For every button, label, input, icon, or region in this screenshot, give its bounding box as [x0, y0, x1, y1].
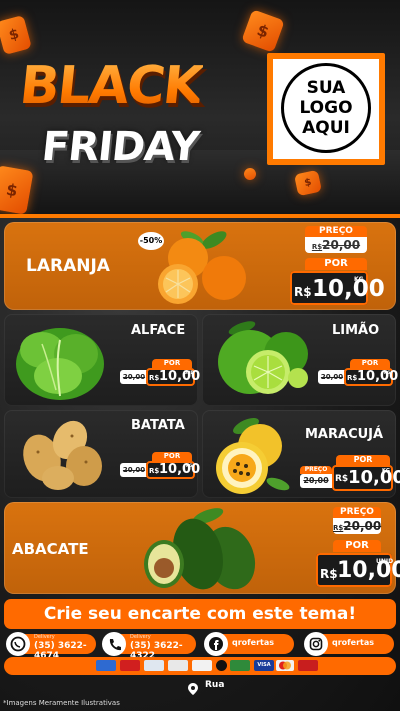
contact-phone[interactable]: Delivery (35) 3622-4322	[102, 632, 196, 661]
product-name: ABACATE	[12, 540, 89, 558]
logo-placeholder: SUA LOGO AQUI	[267, 53, 385, 165]
logo-text-1: SUA	[306, 78, 346, 98]
hipercard-icon	[298, 660, 318, 671]
logo-text-2: LOGO	[299, 98, 353, 118]
orange-image	[158, 231, 246, 304]
address-text: Rua	[205, 680, 225, 690]
location-pin-icon	[188, 680, 200, 695]
product-name: ALFACE	[131, 323, 186, 338]
lime-image	[218, 321, 308, 394]
card-icon	[230, 660, 250, 671]
mastercard-icon	[276, 660, 294, 671]
product-name: MARACUJÁ	[305, 427, 384, 442]
amex-icon	[96, 660, 116, 671]
dollar-cube-icon: $	[241, 9, 285, 53]
contact-whatsapp[interactable]: Delivery (35) 3622-4674	[6, 632, 96, 661]
contact-instagram[interactable]: qrofertas	[304, 632, 394, 656]
visa-icon: VISA	[254, 660, 274, 671]
header-banner: $ $ $ $ BLACK BLACK FRIDAY SUA LOGO AQUI	[0, 0, 400, 214]
card-icon	[216, 660, 227, 671]
contact-facebook[interactable]: qrofertas	[204, 632, 294, 656]
card-icon	[144, 660, 164, 671]
product-name: LIMÃO	[332, 323, 380, 338]
card-icon	[192, 660, 212, 671]
whatsapp-icon	[6, 632, 30, 656]
cta-banner[interactable]: Crie seu encarte com este tema!	[4, 599, 396, 629]
flyer: $ $ $ $ BLACK BLACK FRIDAY SUA LOGO AQUI…	[0, 0, 400, 711]
passion-fruit-image	[216, 417, 290, 494]
lettuce-image	[16, 328, 104, 400]
card-icon	[120, 660, 140, 671]
product-name: BATATA	[131, 418, 185, 433]
payment-methods-bar: VISA	[4, 657, 396, 675]
phone-icon	[102, 632, 126, 656]
facebook-icon	[204, 632, 228, 656]
instagram-icon	[304, 632, 328, 656]
title-friday: FRIDAY	[39, 124, 201, 170]
potato-image	[23, 420, 102, 490]
avocado-image	[144, 508, 256, 590]
disclaimer-text: *Imagens Meramente Ilustrativas	[3, 699, 120, 707]
header-divider	[0, 214, 400, 218]
logo-text-3: AQUI	[302, 118, 350, 138]
product-name: LARANJA	[26, 256, 110, 276]
dollar-cube-icon: $	[0, 14, 32, 56]
elo-icon	[168, 660, 188, 671]
title-black: BLACK	[16, 56, 205, 116]
